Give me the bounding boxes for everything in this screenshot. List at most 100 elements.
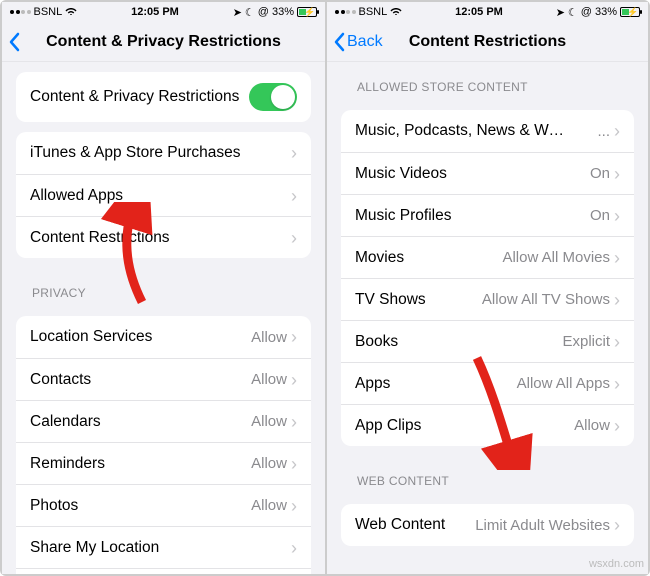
status-bar: BSNL 12:05 PM ➤ ☾ @ 33% ⚡ bbox=[2, 2, 325, 22]
chevron-right-icon: › bbox=[291, 328, 297, 346]
back-label: Back bbox=[347, 33, 383, 51]
web-content-header: WEB CONTENT bbox=[327, 456, 648, 494]
row-label: Movies bbox=[355, 249, 404, 267]
carrier-label: BSNL bbox=[34, 6, 63, 18]
location-services-row[interactable]: Location Services Allow› bbox=[16, 316, 311, 358]
content-privacy-toggle-row[interactable]: Content & Privacy Restrictions bbox=[16, 72, 311, 122]
chevron-right-icon: › bbox=[614, 122, 620, 140]
chevron-right-icon: › bbox=[291, 187, 297, 205]
contacts-row[interactable]: Contacts Allow› bbox=[16, 358, 311, 400]
chevron-right-icon: › bbox=[614, 417, 620, 435]
row-label: Music Profiles bbox=[355, 207, 451, 225]
row-value: Allow bbox=[574, 417, 610, 434]
row-label: Location Services bbox=[30, 328, 152, 346]
row-value: Allow bbox=[251, 329, 287, 346]
bluetooth-sharing-row[interactable]: Bluetooth Sharing Allow› bbox=[16, 568, 311, 574]
row-label: Photos bbox=[30, 497, 78, 515]
chevron-right-icon: › bbox=[614, 333, 620, 351]
time-label: 12:05 PM bbox=[455, 6, 503, 18]
row-value: Explicit bbox=[562, 333, 610, 350]
row-label: Music, Podcasts, News & Workouts bbox=[355, 122, 565, 140]
share-location-row[interactable]: Share My Location › bbox=[16, 526, 311, 568]
carrier-label: BSNL bbox=[359, 6, 388, 18]
row-value: Allow bbox=[251, 497, 287, 514]
chevron-right-icon: › bbox=[291, 539, 297, 557]
page-title: Content & Privacy Restrictions bbox=[46, 33, 281, 51]
battery-percent: 33% bbox=[272, 6, 294, 18]
nav-bar: Back Content Restrictions bbox=[327, 22, 648, 62]
cell-signal-icon bbox=[10, 10, 31, 14]
books-row[interactable]: Books Explicit› bbox=[341, 320, 634, 362]
row-value: On bbox=[590, 165, 610, 182]
chevron-right-icon: › bbox=[614, 291, 620, 309]
apps-row[interactable]: Apps Allow All Apps› bbox=[341, 362, 634, 404]
row-value: Allow All Movies bbox=[502, 249, 610, 266]
app-clips-row[interactable]: App Clips Allow› bbox=[341, 404, 634, 446]
row-value: Allow bbox=[251, 371, 287, 388]
content-restrictions-row[interactable]: Content Restrictions › bbox=[16, 216, 311, 258]
chevron-right-icon: › bbox=[614, 375, 620, 393]
wifi-icon bbox=[65, 5, 77, 20]
music-videos-row[interactable]: Music Videos On› bbox=[341, 152, 634, 194]
row-value: Allow All Apps bbox=[517, 375, 610, 392]
chevron-right-icon: › bbox=[291, 144, 297, 162]
movies-row[interactable]: Movies Allow All Movies› bbox=[341, 236, 634, 278]
row-label: Share My Location bbox=[30, 539, 159, 557]
chevron-right-icon: › bbox=[291, 497, 297, 515]
row-label: Web Content bbox=[355, 516, 445, 534]
watermark: wsxdn.com bbox=[589, 558, 644, 570]
row-value: Allow All TV Shows bbox=[482, 291, 610, 308]
row-value: Allow bbox=[251, 413, 287, 430]
nav-bar: Content & Privacy Restrictions bbox=[2, 22, 325, 62]
right-phone: BSNL 12:05 PM ➤ ☾ @ 33% ⚡ Back Content R… bbox=[325, 2, 648, 574]
web-content-row[interactable]: Web Content Limit Adult Websites› bbox=[341, 504, 634, 546]
allowed-apps-row[interactable]: Allowed Apps › bbox=[16, 174, 311, 216]
chevron-right-icon: › bbox=[291, 455, 297, 473]
status-bar: BSNL 12:05 PM ➤ ☾ @ 33% ⚡ bbox=[327, 2, 648, 22]
page-title: Content Restrictions bbox=[409, 33, 566, 51]
music-podcasts-row[interactable]: Music, Podcasts, News & Workouts ... › bbox=[341, 110, 634, 152]
row-value: ... bbox=[597, 123, 610, 140]
reminders-row[interactable]: Reminders Allow› bbox=[16, 442, 311, 484]
row-label: Allowed Apps bbox=[30, 187, 123, 205]
row-label: Contacts bbox=[30, 371, 91, 389]
itunes-purchases-row[interactable]: iTunes & App Store Purchases › bbox=[16, 132, 311, 174]
location-icon: ➤ bbox=[556, 6, 565, 19]
row-label: App Clips bbox=[355, 417, 421, 435]
row-label: Apps bbox=[355, 375, 390, 393]
row-label: TV Shows bbox=[355, 291, 426, 309]
music-profiles-row[interactable]: Music Profiles On› bbox=[341, 194, 634, 236]
left-phone: BSNL 12:05 PM ➤ ☾ @ 33% ⚡ Content & Priv… bbox=[2, 2, 325, 574]
wifi-icon bbox=[390, 5, 402, 20]
back-button[interactable] bbox=[8, 22, 20, 61]
row-label: Calendars bbox=[30, 413, 101, 431]
toggle-switch[interactable] bbox=[249, 83, 297, 111]
chevron-right-icon: › bbox=[291, 371, 297, 389]
row-label: Books bbox=[355, 333, 398, 351]
chevron-right-icon: › bbox=[614, 207, 620, 225]
photos-row[interactable]: Photos Allow› bbox=[16, 484, 311, 526]
moon-icon: ☾ bbox=[245, 6, 255, 19]
location-icon: ➤ bbox=[233, 6, 242, 19]
row-value: Limit Adult Websites bbox=[475, 517, 610, 534]
battery-icon: ⚡ bbox=[297, 7, 317, 17]
back-button[interactable]: Back bbox=[333, 22, 383, 61]
tv-shows-row[interactable]: TV Shows Allow All TV Shows› bbox=[341, 278, 634, 320]
privacy-section-header: PRIVACY bbox=[2, 268, 325, 306]
row-value: On bbox=[590, 207, 610, 224]
chevron-right-icon: › bbox=[614, 165, 620, 183]
row-label: Reminders bbox=[30, 455, 105, 473]
chevron-right-icon: › bbox=[614, 249, 620, 267]
cell-signal-icon bbox=[335, 10, 356, 14]
row-label: iTunes & App Store Purchases bbox=[30, 144, 241, 162]
row-label: Content Restrictions bbox=[30, 229, 170, 247]
moon-icon: ☾ bbox=[568, 6, 578, 19]
chevron-right-icon: › bbox=[291, 413, 297, 431]
chevron-right-icon: › bbox=[291, 229, 297, 247]
battery-percent: 33% bbox=[595, 6, 617, 18]
battery-icon: ⚡ bbox=[620, 7, 640, 17]
calendars-row[interactable]: Calendars Allow› bbox=[16, 400, 311, 442]
row-label: Content & Privacy Restrictions bbox=[30, 88, 239, 106]
time-label: 12:05 PM bbox=[131, 6, 179, 18]
row-label: Music Videos bbox=[355, 165, 447, 183]
